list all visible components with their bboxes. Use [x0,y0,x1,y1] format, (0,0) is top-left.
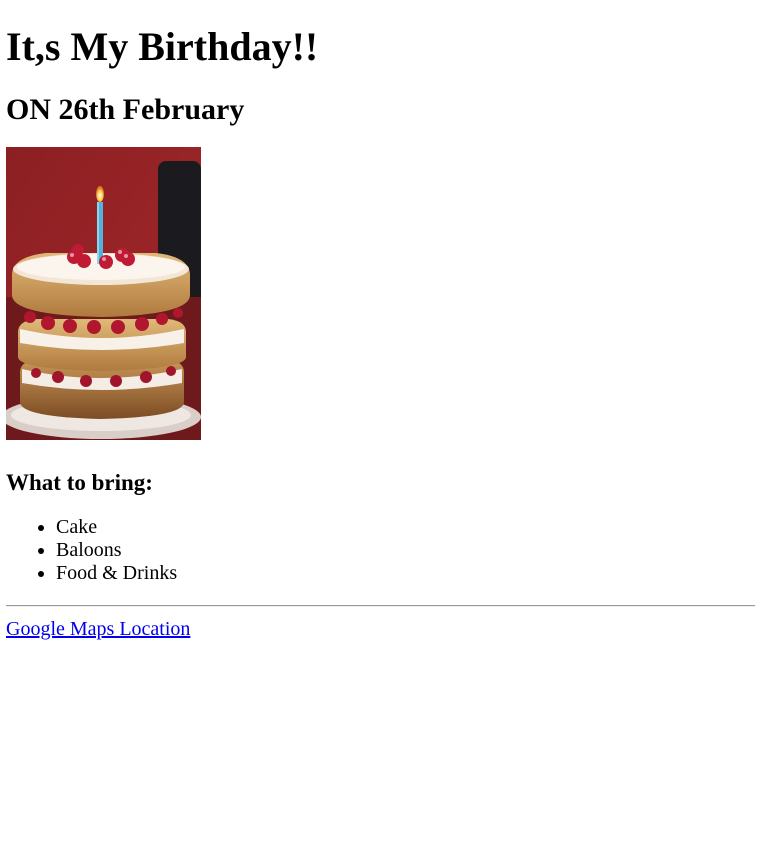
list-item: Cake [56,516,752,539]
cake-image [6,147,201,440]
list-item: Baloons [56,539,752,562]
list-item: Food & Drinks [56,562,752,585]
google-maps-link[interactable]: Google Maps Location [6,617,190,641]
page-title: It,s My Birthday!! [6,24,319,69]
divider [6,605,755,607]
page-subtitle: ON 26th February [6,93,245,126]
bring-list: Cake Baloons Food & Drinks [6,516,752,585]
bring-heading: What to bring: [6,470,153,495]
